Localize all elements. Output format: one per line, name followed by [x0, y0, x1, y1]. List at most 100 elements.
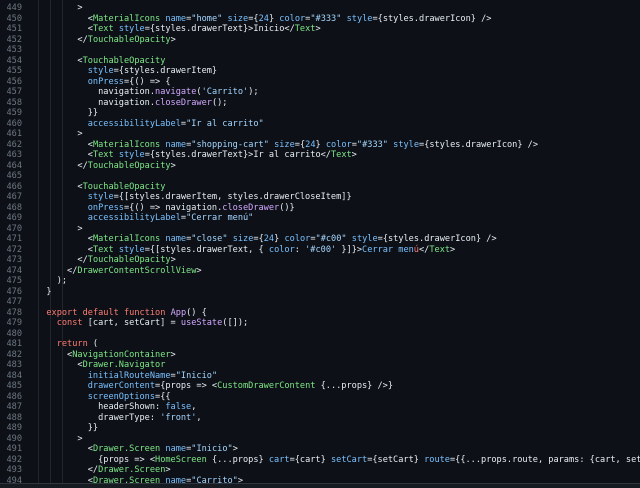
code-text[interactable]: }} — [36, 108, 640, 119]
code-token: > — [450, 244, 456, 255]
code-line[interactable]: 453 — [0, 45, 640, 56]
code-line[interactable]: 452 </TouchableOpacity> — [0, 35, 640, 46]
code-line[interactable]: 469 accessibilityLabel="Cerrar menú" — [0, 213, 640, 224]
code-line[interactable]: 451 <Text style={styles.drawerText}>Inic… — [0, 24, 640, 35]
code-line[interactable]: 456 onPress={() => { — [0, 77, 640, 88]
code-text[interactable]: screenOptions={{ — [36, 392, 640, 403]
code-line[interactable]: 487 headerShown: false, — [0, 402, 640, 413]
code-line[interactable]: 462 <MaterialIcons name="shopping-cart" … — [0, 140, 640, 151]
code-line[interactable]: 477 — [0, 297, 640, 308]
code-line[interactable]: 488 drawerType: 'front', — [0, 413, 640, 424]
code-token: ={ — [294, 139, 306, 150]
code-text[interactable]: > — [36, 224, 640, 235]
code-line[interactable]: 466 <TouchableOpacity — [0, 182, 640, 193]
code-text[interactable]: accessibilityLabel="Cerrar menú" — [36, 213, 640, 224]
code-line[interactable]: 460 accessibilityLabel="Ir al carrito" — [0, 119, 640, 130]
code-line[interactable]: 473 </TouchableOpacity> — [0, 255, 640, 266]
code-line[interactable]: 491 <Drawer.Screen name="Inicio"> — [0, 444, 640, 455]
code-line[interactable]: 474 </DrawerContentScrollView> — [0, 266, 640, 277]
code-text[interactable]: headerShown: false, — [36, 402, 640, 413]
code-text[interactable]: <Drawer.Screen name="Inicio"> — [36, 444, 640, 455]
code-line[interactable]: 458 navigation.closeDrawer(); — [0, 98, 640, 109]
code-line[interactable]: 490 > — [0, 434, 640, 445]
code-text[interactable]: {props => <HomeScreen {...props} cart={c… — [36, 455, 640, 466]
code-text[interactable]: accessibilityLabel="Ir al carrito" — [36, 119, 640, 130]
code-text[interactable]: </TouchableOpacity> — [36, 161, 640, 172]
code-text[interactable]: const [cart, setCart] = useState([]); — [36, 318, 640, 329]
code-text[interactable]: onPress={() => navigation.closeDrawer()} — [36, 203, 640, 214]
code-text[interactable]: <Drawer.Navigator — [36, 360, 640, 371]
line-number: 462 — [6, 139, 22, 150]
code-line[interactable]: 479 const [cart, setCart] = useState([])… — [0, 318, 640, 329]
code-token: TouchableOpacity — [87, 255, 171, 265]
code-text[interactable]: <MaterialIcons name="shopping-cart" size… — [36, 140, 640, 151]
code-text[interactable]: <Text style={[styles.drawerText, { color… — [36, 245, 640, 256]
code-text[interactable]: > — [36, 434, 640, 445]
code-text[interactable]: initialRouteName="Inicio" — [36, 371, 640, 382]
code-line[interactable]: 459 }} — [0, 108, 640, 119]
code-line[interactable]: 480 — [0, 329, 640, 340]
code-text[interactable]: > — [36, 129, 640, 140]
code-line[interactable]: 468 onPress={() => navigation.closeDrawe… — [0, 203, 640, 214]
code-text[interactable]: <Text style={styles.drawerText}>Ir al ca… — [36, 150, 640, 161]
code-text[interactable]: ); — [36, 276, 640, 287]
code-text[interactable]: } — [36, 287, 640, 298]
code-text[interactable]: style={styles.drawerItem} — [36, 66, 640, 77]
code-text[interactable]: <MaterialIcons name="close" size={24} co… — [36, 234, 640, 245]
code-line[interactable]: 478 export default function App() { — [0, 308, 640, 319]
code-text[interactable]: </TouchableOpacity> — [36, 35, 640, 46]
code-line[interactable]: 470 > — [0, 224, 640, 235]
code-line[interactable]: 471 <MaterialIcons name="close" size={24… — [0, 234, 640, 245]
code-line[interactable]: 472 <Text style={[styles.drawerText, { c… — [0, 245, 640, 256]
code-lines[interactable]: 449 >450 <MaterialIcons name="home" size… — [0, 3, 640, 486]
code-line[interactable]: 475 ); — [0, 276, 640, 287]
code-text[interactable]: navigation.navigate('Carrito'); — [36, 87, 640, 98]
code-line[interactable]: 457 navigation.navigate('Carrito'); — [0, 87, 640, 98]
code-text[interactable]: return ( — [36, 339, 640, 350]
code-text[interactable]: onPress={() => { — [36, 77, 640, 88]
code-editor[interactable]: 449 >450 <MaterialIcons name="home" size… — [0, 0, 640, 488]
code-line[interactable]: 461 > — [0, 129, 640, 140]
code-line[interactable]: 465 — [0, 171, 640, 182]
code-text[interactable]: style={[styles.drawerItem, styles.drawer… — [36, 192, 640, 203]
code-line[interactable]: 455 style={styles.drawerItem} — [0, 66, 640, 77]
code-text[interactable]: navigation.closeDrawer(); — [36, 98, 640, 109]
code-text[interactable]: <Text style={styles.drawerText}>Inicio</… — [36, 24, 640, 35]
code-line[interactable]: 493 </Drawer.Screen> — [0, 465, 640, 476]
code-line[interactable]: 492 {props => <HomeScreen {...props} car… — [0, 455, 640, 466]
code-text[interactable]: export default function App() { — [36, 308, 640, 319]
code-text[interactable]: </Drawer.Screen> — [36, 465, 640, 476]
code-line[interactable]: 467 style={[styles.drawerItem, styles.dr… — [0, 192, 640, 203]
code-text[interactable]: <TouchableOpacity — [36, 182, 640, 193]
code-token: setCart — [330, 454, 368, 465]
line-number: 490 — [6, 433, 22, 444]
code-text[interactable]: drawerContent={props => <CustomDrawerCon… — [36, 381, 640, 392]
code-token: ([]); — [222, 318, 249, 328]
code-line[interactable]: 485 drawerContent={props => <CustomDrawe… — [0, 381, 640, 392]
code-line[interactable]: 463 <Text style={styles.drawerText}>Ir a… — [0, 150, 640, 161]
code-line[interactable]: 483 <Drawer.Navigator — [0, 360, 640, 371]
code-line[interactable]: 481 return ( — [0, 339, 640, 350]
code-text[interactable]: <TouchableOpacity — [36, 56, 640, 67]
code-line[interactable]: 486 screenOptions={{ — [0, 392, 640, 403]
code-line[interactable]: 450 <MaterialIcons name="home" size={24}… — [0, 14, 640, 25]
code-token: accessibilityLabel — [87, 213, 181, 223]
code-text[interactable]: drawerType: 'front', — [36, 413, 640, 424]
code-token: } — [268, 13, 280, 24]
code-line[interactable]: 449 > — [0, 3, 640, 14]
code-token: > — [315, 24, 321, 34]
code-line[interactable]: 454 <TouchableOpacity — [0, 56, 640, 67]
code-line[interactable]: 484 initialRouteName="Inicio" — [0, 371, 640, 382]
horizontal-scrollbar[interactable] — [0, 483, 640, 488]
code-text[interactable]: </DrawerContentScrollView> — [36, 266, 640, 277]
code-line[interactable]: 489 }} — [0, 423, 640, 434]
code-text[interactable]: }} — [36, 423, 640, 434]
code-line[interactable]: 464 </TouchableOpacity> — [0, 161, 640, 172]
code-text[interactable]: <MaterialIcons name="home" size={24} col… — [36, 14, 640, 25]
code-line[interactable]: 482 <NavigationContainer> — [0, 350, 640, 361]
code-text[interactable]: > — [36, 3, 640, 14]
code-text[interactable]: <NavigationContainer> — [36, 350, 640, 361]
code-text[interactable]: </TouchableOpacity> — [36, 255, 640, 266]
code-line[interactable]: 476 } — [0, 287, 640, 298]
